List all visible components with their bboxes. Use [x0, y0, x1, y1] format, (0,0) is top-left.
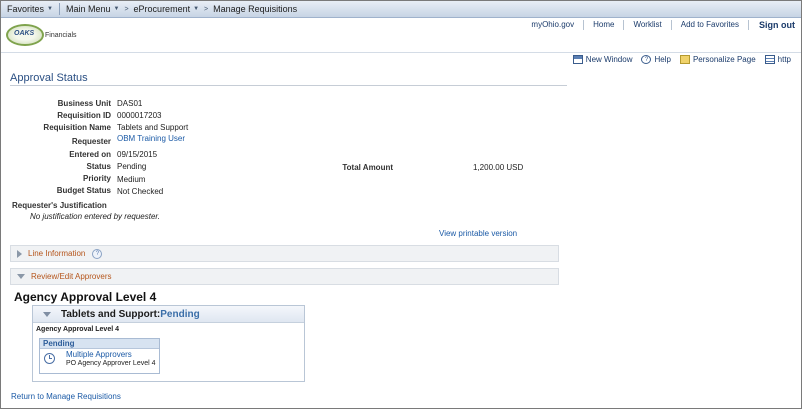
chevron-down-icon: ▼ [193, 6, 200, 12]
requester-label: Requester [71, 137, 111, 146]
personalize-page-button[interactable]: Personalize Page [679, 55, 756, 64]
priority-value: Medium [117, 175, 146, 184]
main-menu-label: Main Menu [65, 4, 111, 14]
help-button[interactable]: ? Help [641, 55, 671, 64]
logo-subtext: Financials [45, 32, 77, 39]
approval-stage-label: Agency Approval Level 4 [36, 326, 119, 333]
justification-value: No justification entered by requester. [30, 212, 160, 221]
line-information-label: Line Information [28, 249, 86, 258]
breadcrumb-separator-icon: > [204, 5, 209, 13]
multiple-approvers-link[interactable]: Multiple Approvers [66, 350, 132, 359]
help-icon[interactable]: ? [92, 248, 103, 259]
page-toolbar: New Window ? Help Personalize Page http [564, 55, 791, 64]
breadcrumb-separator-icon: > [124, 5, 129, 13]
return-to-manage-requisitions-link[interactable]: Return to Manage Requisitions [11, 392, 121, 401]
budget-status-label: Budget Status [56, 186, 111, 195]
expand-arrow-icon [17, 249, 22, 258]
review-edit-approvers-label: Review/Edit Approvers [31, 272, 112, 281]
header-links: myOhio.gov Home Worklist Add to Favorite… [522, 18, 795, 31]
clock-icon [44, 353, 55, 364]
logo-text: OAKS [14, 30, 35, 37]
collapse-arrow-icon [17, 274, 25, 279]
help-label: Help [654, 55, 671, 64]
page-title: Approval Status [10, 72, 88, 84]
main-menu[interactable]: Main Menu ▼ > eProcurement ▼ > Manage Re… [60, 1, 303, 18]
requisition-name-value: Tablets and Support [117, 123, 189, 132]
view-printable-version-link[interactable]: View printable version [439, 229, 517, 238]
http-icon [764, 55, 775, 64]
approval-level-title: Agency Approval Level 4 [14, 290, 157, 304]
http-label: http [777, 55, 791, 64]
chevron-down-icon: ▼ [113, 6, 120, 12]
requisition-name-label: Requisition Name [43, 123, 111, 132]
status-value: Pending [117, 162, 147, 171]
http-button[interactable]: http [764, 55, 791, 64]
status-label: Status [86, 162, 111, 171]
review-edit-approvers-section[interactable]: Review/Edit Approvers [10, 268, 559, 285]
sign-out-link[interactable]: Sign out [749, 20, 795, 30]
favorites-label: Favorites [7, 4, 45, 14]
justification-label: Requester's Justification [12, 201, 107, 210]
favorites-menu[interactable]: Favorites ▼ [1, 1, 59, 18]
total-amount-value: 1,200.00 USD [473, 163, 524, 172]
requisition-id-label: Requisition ID [57, 111, 111, 120]
business-unit-value: DAS01 [117, 99, 143, 108]
approver-role-text: PO Agency Approver Level 4 [66, 360, 156, 367]
title-divider [10, 85, 567, 86]
breadcrumb-eprocurement[interactable]: eProcurement [134, 4, 191, 14]
approval-path-header[interactable]: Tablets and Support: Pending [33, 306, 304, 323]
approval-path-status: Pending [160, 308, 200, 320]
breadcrumb-manage-requisitions[interactable]: Manage Requisitions [213, 4, 297, 14]
oaks-logo: OAKS Financials [6, 24, 77, 46]
entered-on-value: 09/15/2015 [117, 150, 158, 159]
new-window-label: New Window [585, 55, 633, 64]
page-header: OAKS Financials myOhio.gov Home Worklist… [1, 18, 801, 53]
requisition-id-value: 0000017203 [117, 111, 162, 120]
chevron-down-icon: ▼ [47, 6, 53, 12]
myohio-link[interactable]: myOhio.gov [522, 20, 583, 29]
approval-path-name: Tablets and Support: [61, 308, 161, 320]
home-link[interactable]: Home [584, 20, 623, 29]
step-status-label: Pending [40, 339, 159, 349]
line-information-section[interactable]: Line Information ? [10, 245, 559, 262]
collapse-arrow-icon [43, 311, 51, 317]
add-to-favorites-link[interactable]: Add to Favorites [672, 20, 748, 29]
entered-on-label: Entered on [69, 150, 111, 159]
help-icon: ? [641, 55, 652, 64]
budget-status-value: Not Checked [117, 187, 164, 196]
requester-link[interactable]: OBM Training User [117, 134, 185, 143]
business-unit-label: Business Unit [57, 99, 111, 108]
new-window-button[interactable]: New Window [572, 55, 633, 64]
approver-step-box: Pending Multiple Approvers PO Agency App… [39, 338, 160, 374]
new-window-icon [572, 55, 583, 64]
worklist-link[interactable]: Worklist [624, 20, 670, 29]
personalize-label: Personalize Page [692, 55, 756, 64]
total-amount-label: Total Amount [342, 163, 393, 172]
priority-label: Priority [82, 174, 111, 183]
approval-path-box: Tablets and Support: Pending Agency Appr… [32, 305, 305, 382]
personalize-icon [679, 55, 690, 64]
top-navigation-bar: Favorites ▼ Main Menu ▼ > eProcurement ▼… [1, 1, 801, 18]
